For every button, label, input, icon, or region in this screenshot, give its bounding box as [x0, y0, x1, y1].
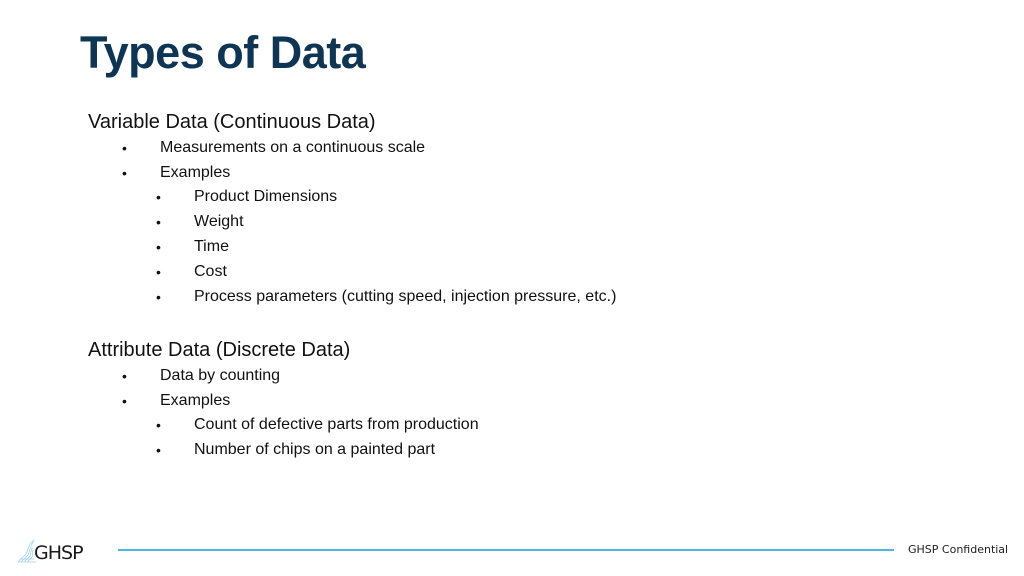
ghsp-logo: GHSP — [16, 538, 108, 564]
list-item-text: Weight — [194, 213, 244, 230]
confidential-label: GHSP Confidential — [908, 543, 1009, 556]
list-item-text: Count of defective parts from production — [194, 416, 479, 433]
list-item-text: Product Dimensions — [194, 188, 338, 205]
list-item-text: Examples — [160, 392, 231, 409]
bullet-icon: • — [156, 214, 161, 230]
footer-divider — [118, 549, 894, 551]
bullet-icon: • — [156, 417, 161, 433]
bullet-icon: • — [156, 189, 161, 205]
logo-text: GHSP — [34, 542, 83, 564]
list-item-text: Number of chips on a painted part — [194, 441, 436, 458]
bullet-icon: • — [156, 289, 161, 305]
section-heading-variable-data: Variable Data (Continuous Data) — [88, 111, 376, 133]
bullet-icon: • — [122, 165, 127, 181]
bullet-icon: • — [122, 393, 127, 409]
list-item-text: Process parameters (cutting speed, injec… — [194, 288, 617, 305]
bullet-icon: • — [156, 442, 161, 458]
slide-title: Types of Data — [80, 27, 366, 78]
section-heading-attribute-data: Attribute Data (Discrete Data) — [88, 339, 351, 361]
bullet-icon: • — [122, 140, 127, 156]
list-item-text: Time — [194, 238, 229, 255]
list-item-text: Data by counting — [160, 367, 281, 384]
ghsp-logo-icon: GHSP — [17, 539, 84, 564]
list-item-text: Cost — [194, 263, 227, 280]
bullet-icon: • — [156, 264, 161, 280]
bullet-icon: • — [122, 368, 127, 384]
list-item-text: Examples — [160, 164, 231, 181]
bullet-icon: • — [156, 239, 161, 255]
list-item-text: Measurements on a continuous scale — [160, 139, 426, 156]
